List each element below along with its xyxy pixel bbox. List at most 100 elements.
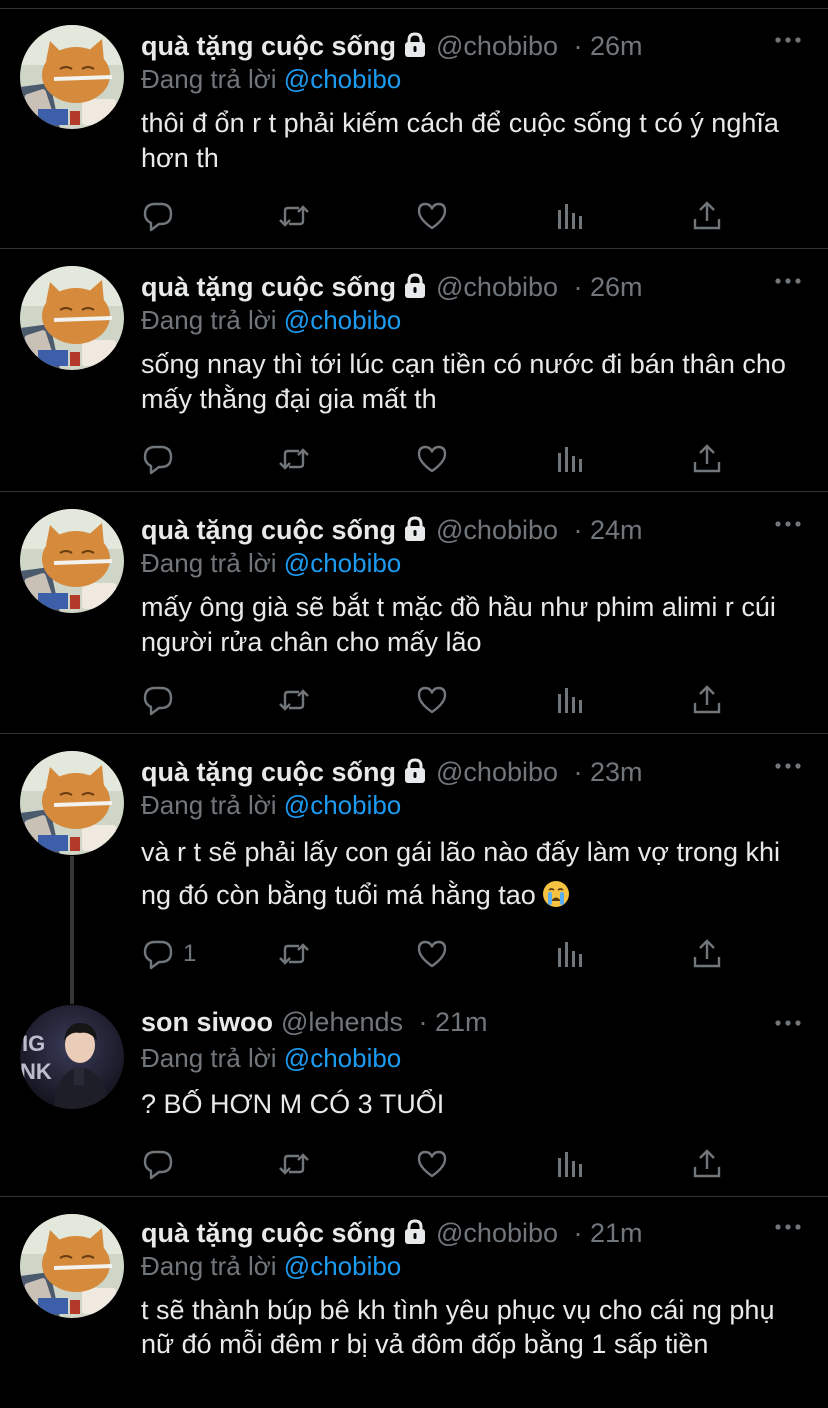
avatar[interactable] [20,25,124,129]
timestamp[interactable]: 24m [590,515,643,545]
share-button[interactable] [690,934,724,974]
tweet-header: quà tặng cuộc sống @chobibo · 26m [141,269,643,305]
analytics-icon [553,1147,587,1181]
username[interactable]: @chobibo [436,515,558,545]
lock-icon [402,757,428,793]
timestamp[interactable]: 21m [435,1007,488,1037]
replying-to: Đang trả lời @chobibo [141,787,401,823]
username[interactable]: @chobibo [436,272,558,302]
display-name[interactable]: quà tặng cuộc sống [141,757,396,787]
analytics-icon [553,199,587,233]
retweet-icon [277,442,311,476]
like-button[interactable] [415,680,449,720]
more-icon[interactable] [774,756,802,776]
tweet-text: và r t sẽ phải lấy con gái lão nào đấy l… [141,831,801,917]
retweet-icon [277,937,311,971]
tweet-text: t sẽ thành búp bê kh tình yêu phục vụ ch… [141,1295,775,1359]
mention-link[interactable]: @chobibo [284,1251,401,1281]
tweet[interactable]: quà tặng cuộc sống @chobibo · 24m Đang tr… [0,492,828,733]
avatar[interactable]: IG NK [20,1005,124,1109]
comment-icon [141,1147,175,1181]
heart-icon [415,1147,449,1181]
share-button[interactable] [690,196,724,236]
tweet-text: sống nnay thì tới lúc cạn tiền có nước đ… [141,349,786,414]
replying-label: Đang trả lời [141,305,277,335]
action-bar [141,439,741,479]
reply-button[interactable] [141,196,175,236]
retweet-button[interactable] [277,439,311,479]
views-button[interactable] [553,439,587,479]
timestamp[interactable]: 26m [590,31,643,61]
comment-icon [141,937,175,971]
timestamp[interactable]: 26m [590,272,643,302]
views-button[interactable] [553,934,587,974]
replying-to: Đang trả lời @chobibo [141,545,401,581]
tweet[interactable]: quà tặng cuộc sống @chobibo · 26m Đang tr… [0,8,828,248]
avatar[interactable] [20,1214,124,1318]
retweet-button[interactable] [277,680,311,720]
share-button[interactable] [690,680,724,720]
views-button[interactable] [553,196,587,236]
share-button[interactable] [690,1144,724,1184]
display-name[interactable]: quà tặng cuộc sống [141,272,396,302]
replying-to: Đang trả lời @chobibo [141,1040,401,1076]
username[interactable]: @chobibo [436,31,558,61]
more-icon[interactable] [774,30,802,50]
action-bar [141,1144,741,1184]
retweet-button[interactable] [277,196,311,236]
tweet[interactable]: quà tặng cuộc sống @chobibo · 23m Đang tr… [0,734,828,996]
mention-link[interactable]: @chobibo [284,790,401,820]
retweet-icon [277,1147,311,1181]
tweet[interactable]: quà tặng cuộc sống @chobibo · 26m Đang tr… [0,249,828,491]
comment-icon [141,683,175,717]
share-icon [690,199,724,233]
more-icon[interactable] [774,1013,802,1033]
timestamp[interactable]: 23m [590,757,643,787]
avatar[interactable] [20,509,124,613]
tweet-header: quà tặng cuộc sống @chobibo · 24m [141,512,643,548]
display-name[interactable]: quà tặng cuộc sống [141,515,396,545]
share-button[interactable] [690,439,724,479]
mention-link[interactable]: @chobibo [284,64,401,94]
reply-button[interactable] [141,439,175,479]
action-bar [141,196,741,236]
reply-button[interactable] [141,680,175,720]
views-button[interactable] [553,1144,587,1184]
svg-text:IG: IG [22,1031,45,1056]
retweet-button[interactable] [277,1144,311,1184]
tweet[interactable]: IG NK son siwoo @lehends · 21m Đang trả l… [0,988,828,1196]
more-icon[interactable] [774,271,802,291]
display-name[interactable]: quà tặng cuộc sống [141,31,396,61]
username[interactable]: @chobibo [436,757,558,787]
display-name[interactable]: quà tặng cuộc sống [141,1218,396,1248]
heart-icon [415,442,449,476]
like-button[interactable] [415,196,449,236]
views-button[interactable] [553,680,587,720]
mention-link[interactable]: @chobibo [284,548,401,578]
username[interactable]: @chobibo [436,1218,558,1248]
svg-text:NK: NK [20,1059,52,1084]
avatar[interactable] [20,266,124,370]
avatar[interactable] [20,751,124,855]
tweet[interactable]: quà tặng cuộc sống @chobibo · 21m Đang tr… [0,1197,828,1408]
action-bar: 1 [141,934,741,974]
retweet-button[interactable] [277,934,311,974]
heart-icon [415,199,449,233]
tweet-text: ? BỐ HƠN M CÓ 3 TUỔI [141,1089,445,1119]
timestamp[interactable]: 21m [590,1218,643,1248]
mention-link[interactable]: @chobibo [284,1043,401,1073]
like-button[interactable] [415,934,449,974]
like-button[interactable] [415,439,449,479]
reply-button[interactable]: 1 [141,934,196,974]
display-name[interactable]: son siwoo [141,1007,273,1037]
mention-link[interactable]: @chobibo [284,305,401,335]
like-button[interactable] [415,1144,449,1184]
reply-button[interactable] [141,1144,175,1184]
replying-to: Đang trả lời @chobibo [141,302,401,338]
heart-icon [415,937,449,971]
heart-icon [415,683,449,717]
share-icon [690,937,724,971]
more-icon[interactable] [774,1217,802,1237]
username[interactable]: @lehends [281,1007,403,1037]
more-icon[interactable] [774,514,802,534]
